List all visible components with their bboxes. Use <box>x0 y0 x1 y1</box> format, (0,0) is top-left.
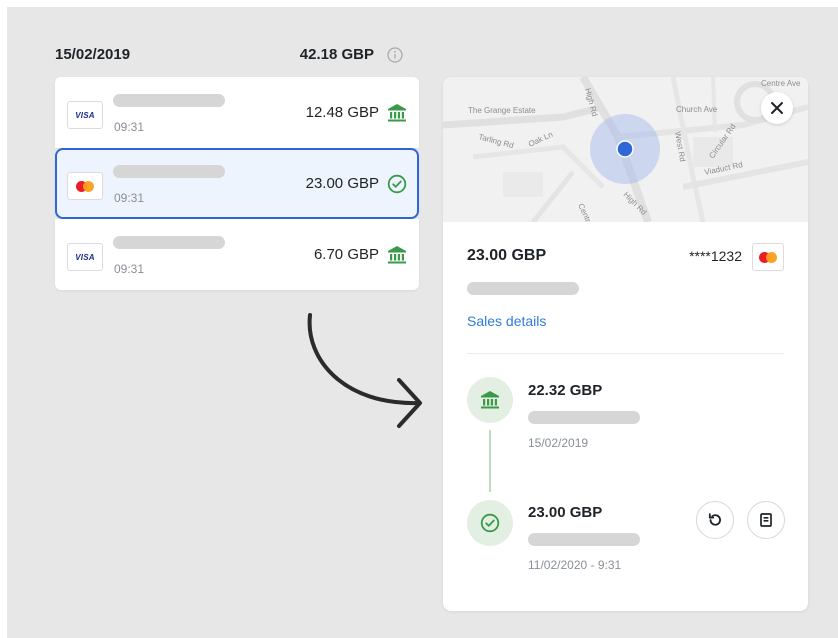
bank-icon <box>387 103 407 123</box>
transaction-row[interactable]: VISA 09:31 6.70 GBP <box>55 219 419 290</box>
close-button[interactable] <box>761 92 793 124</box>
merchant-placeholder <box>113 94 225 107</box>
sale-placeholder <box>528 533 640 546</box>
mastercard-icon <box>752 243 784 271</box>
transaction-row[interactable]: 09:31 23.00 GBP <box>55 148 419 219</box>
transaction-row[interactable]: VISA 09:31 12.48 GBP <box>55 77 419 148</box>
visa-icon: VISA <box>67 243 103 271</box>
refund-icon <box>708 513 721 526</box>
close-icon <box>771 102 783 114</box>
sale-date: 11/02/2020 - 9:31 <box>528 558 622 572</box>
day-date: 15/02/2019 <box>55 46 131 63</box>
arrow-icon <box>307 313 422 428</box>
bank-icon <box>387 245 407 265</box>
payout-placeholder <box>528 411 640 424</box>
merchant-placeholder <box>113 165 225 178</box>
map-label: Church Ave <box>676 105 718 114</box>
transaction-amount: 23.00 GBP <box>305 175 379 192</box>
location-map[interactable]: The Grange Estate High Rd Centre Ave Chu… <box>443 77 808 222</box>
detail-amount: 23.00 GBP <box>467 247 547 264</box>
transaction-time: 09:31 <box>114 262 145 276</box>
timeline-connector <box>489 430 491 492</box>
sale-amount: 23.00 GBP <box>528 504 603 521</box>
transaction-time: 09:31 <box>114 120 145 134</box>
map-label: Centre Ave <box>761 79 801 88</box>
transaction-amount: 6.70 GBP <box>313 246 379 263</box>
merchant-placeholder <box>113 236 225 249</box>
merchant-placeholder <box>467 282 579 295</box>
sales-details-link[interactable]: Sales details <box>467 313 546 329</box>
transaction-detail-panel: The Grange Estate High Rd Centre Ave Chu… <box>443 77 808 611</box>
info-icon[interactable] <box>387 47 403 63</box>
payout-date: 15/02/2019 <box>528 436 589 450</box>
receipt-icon <box>760 513 772 527</box>
receipt-button[interactable] <box>747 501 785 539</box>
divider <box>467 353 784 354</box>
check-circle-icon <box>387 174 407 194</box>
day-total: 42.18 GBP <box>299 46 374 63</box>
payout-amount: 22.32 GBP <box>528 382 603 399</box>
bank-icon <box>467 377 513 423</box>
visa-icon: VISA <box>67 101 103 129</box>
refund-button[interactable] <box>696 501 734 539</box>
masked-card-number: ****1232 <box>689 248 742 264</box>
check-circle-icon <box>467 500 513 546</box>
day-header: 15/02/2019 42.18 GBP <box>55 46 419 66</box>
transaction-amount: 12.48 GBP <box>305 104 379 121</box>
transaction-list: VISA 09:31 12.48 GBP 09:31 23.00 GBP VIS… <box>55 77 419 290</box>
mastercard-icon <box>67 172 103 200</box>
map-label: The Grange Estate <box>468 106 536 115</box>
transaction-time: 09:31 <box>114 191 145 205</box>
